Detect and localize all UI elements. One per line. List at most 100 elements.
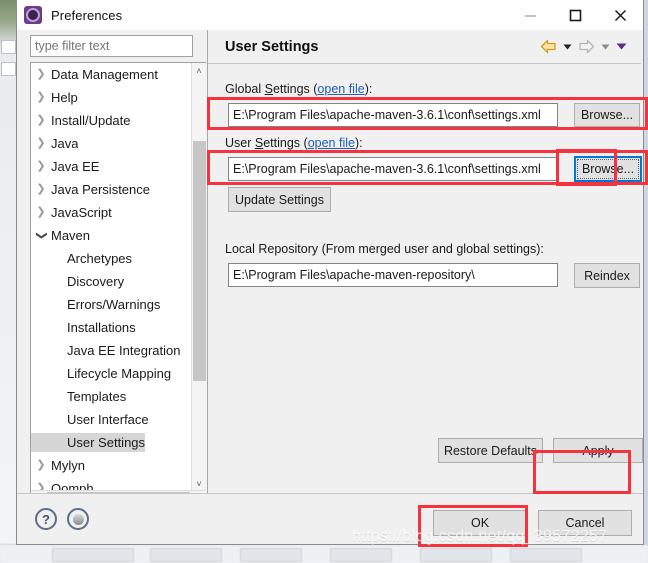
cancel-button[interactable]: Cancel (538, 510, 632, 536)
desktop-left-strip (0, 0, 16, 545)
tree-item-label: Data Management (51, 67, 158, 82)
global-settings-path-input[interactable]: E:\Program Files\apache-maven-3.6.1\conf… (228, 103, 558, 127)
user-settings-label-end: ): (354, 136, 363, 150)
chevron-right-icon[interactable]: ❯ (31, 155, 51, 178)
tree-item-label: Help (51, 90, 78, 105)
user-settings-label-mnemonic: S (254, 136, 264, 150)
tree-item-label: Errors/Warnings (67, 297, 161, 312)
tree-item-label: JavaScript (51, 205, 112, 220)
background-window-sliver (1, 62, 16, 76)
back-history-chevron-down-icon[interactable] (563, 43, 572, 51)
tree-item-javascript[interactable]: ❯ JavaScript (31, 201, 192, 224)
tree-item-java-ee[interactable]: ❯ Java EE (31, 155, 192, 178)
dialog-title: Preferences (51, 7, 123, 23)
tree-item-java-persistence[interactable]: ❯ Java Persistence (31, 178, 192, 201)
chevron-right-icon[interactable]: ❯ (31, 132, 51, 155)
global-settings-browse-button[interactable]: Browse... (574, 103, 640, 127)
taskbar-item (330, 548, 392, 562)
chevron-down-icon[interactable]: ❯ (31, 226, 53, 246)
tree-item-templates[interactable]: Templates (31, 385, 192, 408)
tree-item-label: Java EE Integration (67, 343, 181, 358)
tree-item-help[interactable]: ❯ Help (31, 86, 192, 109)
taskbar-item (52, 548, 134, 562)
preferences-tree[interactable]: ❯ Data Management ❯ Help ❯ Install/Updat… (30, 62, 206, 508)
tree-item-installations[interactable]: Installations (31, 316, 192, 339)
chevron-right-icon[interactable]: ❯ (31, 454, 51, 477)
local-repository-path-input[interactable]: E:\Program Files\apache-maven-repository… (228, 263, 558, 287)
tree-item-maven[interactable]: ❯ Maven (31, 224, 192, 247)
global-settings-label-mnemonic: S (264, 82, 273, 96)
tree-item-label: User Interface (67, 412, 149, 427)
taskbar-item (420, 548, 492, 562)
chevron-right-icon[interactable]: ❯ (31, 201, 51, 224)
taskbar-item (240, 548, 302, 562)
page-navigation-controls (540, 39, 627, 54)
user-settings-form: Global Settings (open file): E:\Program … (208, 63, 643, 494)
tree-item-label: Java Persistence (51, 182, 150, 197)
desktop-taskbar (0, 544, 648, 563)
user-settings-label-suffix: ettings ( (263, 136, 308, 150)
close-icon[interactable] (598, 0, 643, 30)
global-settings-label-end: ): (364, 82, 373, 96)
question-mark-icon[interactable]: ? (35, 508, 57, 530)
tree-item-data-management[interactable]: ❯ Data Management (31, 63, 192, 86)
forward-history-chevron-down-icon[interactable] (601, 43, 610, 51)
tree-item-label: Install/Update (51, 113, 131, 128)
tree-item-label: Java EE (51, 159, 100, 174)
tree-item-label: User Settings (31, 433, 146, 452)
tree-item-oomph[interactable]: ❯ Oomph (31, 477, 192, 491)
tree-item-label: Lifecycle Mapping (67, 366, 172, 381)
tree-vertical-scroll-thumb[interactable] (193, 141, 206, 381)
filter-input[interactable] (30, 35, 193, 57)
user-settings-path-input[interactable]: E:\Program Files\apache-maven-3.6.1\conf… (228, 157, 558, 181)
tree-item-label: Installations (67, 320, 136, 335)
dialog-titlebar[interactable]: Preferences (17, 0, 643, 30)
forward-arrow-icon[interactable] (578, 39, 595, 54)
tree-item-lifecycle-mapping[interactable]: Lifecycle Mapping (31, 362, 192, 385)
minimize-icon[interactable] (508, 0, 553, 30)
tree-item-label: Java (51, 136, 79, 151)
global-settings-label-prefix: Global (225, 82, 265, 96)
preferences-sidebar: ❯ Data Management ❯ Help ❯ Install/Updat… (17, 30, 206, 544)
tree-item-user-interface[interactable]: User Interface (31, 408, 192, 431)
chevron-right-icon[interactable]: ❯ (31, 178, 51, 201)
desktop-right-strip (644, 0, 648, 545)
user-settings-browse-button[interactable]: Browse... (574, 156, 642, 182)
tree-item-java-ee-integration[interactable]: Java EE Integration (31, 339, 192, 362)
tree-item-java[interactable]: ❯ Java (31, 132, 192, 155)
user-settings-label: User Settings (open file): (225, 136, 363, 150)
scroll-up-icon[interactable]: ˄ (192, 63, 206, 78)
scroll-down-icon[interactable]: ˅ (192, 476, 206, 491)
restore-defaults-button[interactable]: Restore Defaults (438, 438, 543, 463)
tree-item-label: Discovery (67, 274, 125, 289)
reindex-button[interactable]: Reindex (574, 263, 640, 288)
chevron-right-icon[interactable]: ❯ (31, 109, 51, 132)
tree-item-label: Templates (67, 389, 127, 404)
update-settings-button[interactable]: Update Settings (228, 187, 331, 212)
tree-item-install-update[interactable]: ❯ Install/Update (31, 109, 192, 132)
user-settings-open-file-link[interactable]: open file (308, 136, 355, 150)
maximize-icon[interactable] (553, 0, 598, 30)
ok-button[interactable]: OK (433, 510, 527, 536)
user-settings-label-prefix: User (225, 136, 255, 150)
taskbar-item (150, 548, 222, 562)
shell-circle-icon[interactable] (67, 508, 89, 530)
page-header: User Settings (208, 30, 641, 64)
global-settings-label-suffix: ettings ( (272, 82, 318, 96)
taskbar-item (510, 548, 582, 562)
chevron-right-icon[interactable]: ❯ (31, 63, 51, 86)
tree-item-archetypes[interactable]: Archetypes (31, 247, 192, 270)
chevron-right-icon[interactable]: ❯ (31, 86, 51, 109)
tree-item-mylyn[interactable]: ❯ Mylyn (31, 454, 192, 477)
preferences-tree-list: ❯ Data Management ❯ Help ❯ Install/Updat… (31, 63, 192, 491)
view-menu-chevron-down-icon[interactable] (616, 42, 627, 51)
tree-item-errors-warnings[interactable]: Errors/Warnings (31, 293, 192, 316)
chevron-right-icon[interactable]: ❯ (31, 477, 51, 491)
global-settings-open-file-link[interactable]: open file (317, 82, 364, 96)
apply-button[interactable]: Apply (553, 438, 643, 463)
tree-item-discovery[interactable]: Discovery (31, 270, 192, 293)
back-arrow-icon[interactable] (540, 39, 557, 54)
tree-item-label: Mylyn (51, 458, 85, 473)
tree-item-user-settings[interactable]: User Settings (31, 431, 192, 454)
tree-vertical-scrollbar[interactable]: ˄ ˅ (191, 63, 206, 491)
